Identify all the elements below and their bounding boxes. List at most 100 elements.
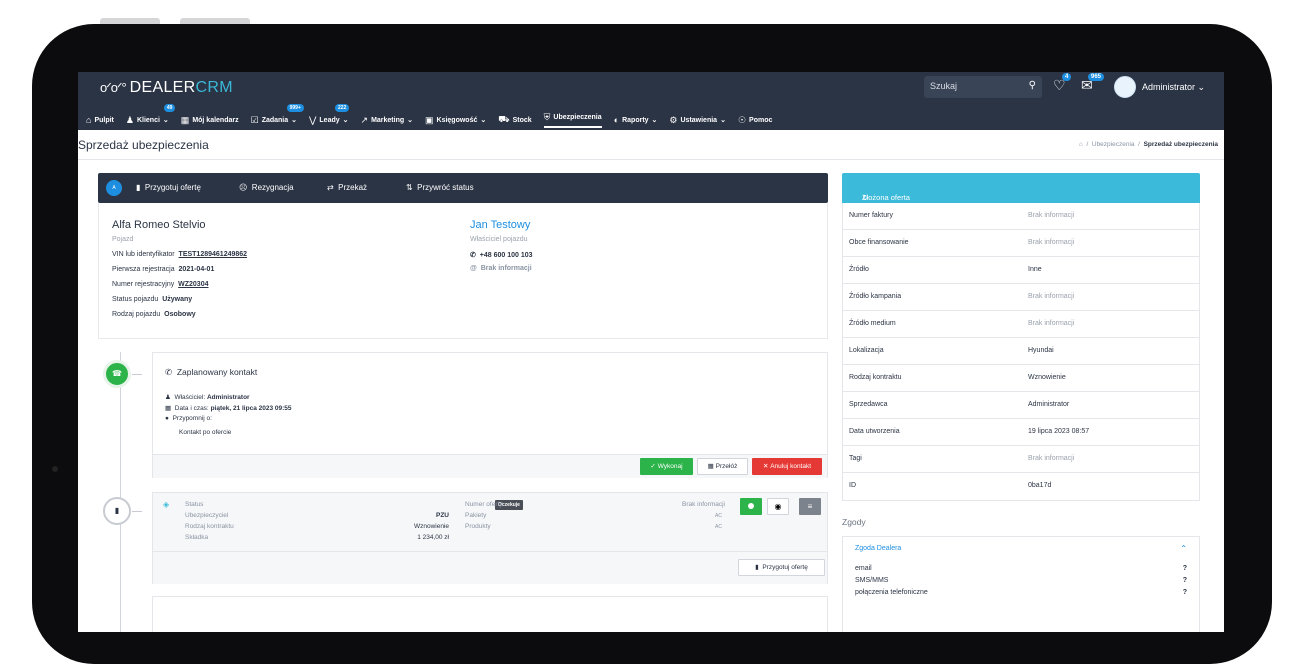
accept-offer-button[interactable] <box>740 498 762 515</box>
wallet-icon: ▣ <box>425 114 434 125</box>
tablet-button <box>100 18 160 24</box>
owner-name[interactable]: Jan Testowy <box>470 219 530 231</box>
exchange-icon: ⇄ <box>327 183 334 192</box>
nav-item-marketing[interactable]: ↗ Marketing ⌄ <box>361 108 413 128</box>
mail-badge: 965 <box>1088 73 1105 81</box>
offer-no-value: Brak informacji <box>682 501 725 508</box>
reg-no-row: Numer rejestracyjny WZ20304 <box>112 281 209 288</box>
chevron-down-icon: ⌄ <box>407 117 413 124</box>
notification-badge: 4 <box>1062 73 1072 81</box>
search-input[interactable]: Szukaj ⚲ <box>924 76 1042 98</box>
home-icon[interactable]: ⌂ <box>1079 141 1083 148</box>
consent-item: połączenia telefoniczne <box>855 589 928 596</box>
nav-item-stock[interactable]: ⛟ Stock <box>498 108 531 128</box>
chevron-down-icon: ⌄ <box>651 117 658 124</box>
chevron-up-icon[interactable]: ⌃ <box>1180 544 1187 553</box>
user-menu[interactable]: Administrator ⌄ <box>1142 82 1205 93</box>
avatar[interactable] <box>1114 76 1136 98</box>
offer-row: Źródło Inne <box>843 257 1199 284</box>
close-icon: ✕ <box>762 463 769 470</box>
nav-badge: 999+ <box>286 104 304 112</box>
reg-no-value[interactable]: WZ20304 <box>178 281 208 288</box>
prepare-offer-footer-button[interactable]: ▮ Przygotuj ofertę <box>738 559 825 576</box>
nav-item-ubezpieczenia[interactable]: ⛨ Ubezpieczenia <box>543 108 602 128</box>
offer-row: Sprzedawca Administrator <box>843 392 1199 419</box>
lifebuoy-icon: ☉ <box>737 114 747 125</box>
offer-row-value: 0ba17d <box>1028 482 1052 489</box>
consent-item: SMS/MMS <box>855 577 889 584</box>
contact-remind-row: ● Przypomnij o: <box>165 415 212 422</box>
nav-badge: 222 <box>335 104 350 112</box>
owner-email: @ Brak informacji <box>470 265 532 272</box>
document-icon: ▮ <box>103 497 131 525</box>
reschedule-button[interactable]: ▦ Przełóż <box>697 458 748 475</box>
breadcrumb-link[interactable]: Ubezpieczenia <box>1092 141 1135 148</box>
transfer-button[interactable]: ⇄ Przekaż <box>327 183 367 192</box>
nav-item-klienci[interactable]: ♟ Klienci 49 ⌄ <box>126 104 176 128</box>
check-icon: ☑ <box>250 114 259 125</box>
contact-title: ✆ Zaplanowany kontakt <box>165 367 258 377</box>
circle-icon <box>748 503 754 509</box>
nav-item-leady[interactable]: ⋁ Leady 222 ⌄ <box>309 104 350 128</box>
document-icon: ▮ <box>136 183 141 192</box>
chart-icon: ↗ <box>360 114 369 125</box>
timeline-card <box>152 596 828 632</box>
offer-row-value: Brak informacji <box>1028 239 1075 246</box>
nav-item-ustawienia[interactable]: ⚙ Ustawienia ⌄ <box>669 108 726 128</box>
offer-details-table: Numer faktury Brak informacji Obce finanso… <box>842 203 1200 501</box>
shield-icon: ⛨ <box>543 111 551 122</box>
cancel-contact-button[interactable]: ✕ Anuluj kontakt <box>752 458 822 475</box>
chevron-down-icon: ⌄ <box>1197 82 1206 92</box>
offer-row-label: Rodzaj kontraktu <box>849 374 902 381</box>
consent-value[interactable]: ? <box>1183 565 1187 572</box>
view-offer-button[interactable]: ◉ <box>767 498 789 515</box>
offer-row-value: Brak informacji <box>1028 455 1075 462</box>
owner-phone[interactable]: ✆ +48 600 100 103 <box>470 251 533 259</box>
contact-owner-row: ♟ Właściciel: Administrator <box>165 394 250 401</box>
vin-value[interactable]: TEST1289461249862 <box>179 251 248 258</box>
page-header: Sprzedaż ubezpieczenia ⌂ / Ubezpieczenia… <box>78 130 1224 160</box>
nav-badge: 49 <box>163 104 176 112</box>
vin-row: VIN lub identyfikator TEST1289461249862 <box>112 251 248 258</box>
do-contact-button[interactable]: ✓ Wykonaj <box>640 458 693 475</box>
restore-status-button[interactable]: ⇅ Przywróć status <box>406 183 474 192</box>
breadcrumb-current: Sprzedaż ubezpieczenia <box>1143 141 1218 148</box>
sad-face-icon: ☹ <box>239 183 248 192</box>
nav-item-pulpit[interactable]: ⌂ Pulpit <box>86 108 114 128</box>
chevron-down-icon: ⌄ <box>720 117 726 124</box>
nav-item-pomoc[interactable]: ☉ Pomoc <box>738 108 772 128</box>
menu-button[interactable]: ≡ <box>799 498 821 515</box>
list-icon: ≡ <box>807 502 813 511</box>
timeline-connector <box>132 374 142 375</box>
consent-value[interactable]: ? <box>1183 577 1187 584</box>
insurance-offer-card: ◈ Status Oczekuje Ubezpieczyciel PZU Rod… <box>152 492 828 584</box>
phone-ring-icon: ✆ <box>165 367 173 377</box>
nav-item-zadania[interactable]: ☑ Zadania 999+ ⌄ <box>250 104 304 128</box>
vehicle-subtitle: Pojazd <box>112 236 134 243</box>
funnel-icon: ⋁ <box>309 114 317 125</box>
insurance-card-footer: ▮ Przygotuj ofertę <box>153 551 827 584</box>
insurer-logo: ◈ <box>163 500 170 509</box>
offer-row-value: Brak informacji <box>1028 293 1075 300</box>
nav-item-ksiegowosc[interactable]: ▣ Księgowość ⌄ <box>425 108 486 128</box>
offer-row-label: Data utworzenia <box>849 428 900 435</box>
consent-value[interactable]: ? <box>1183 589 1187 596</box>
app-screen: oᐟoᐟ° DEALERCRM Szukaj ⚲ ♡ 4 ✉ 965 Admini… <box>78 72 1224 632</box>
nav-item-raporty[interactable]: ◐ Raporty ⌄ <box>614 108 658 128</box>
search-icon[interactable]: ⚲ <box>1029 80 1036 91</box>
consent-item: email <box>855 565 872 572</box>
type-row: Rodzaj pojazdu Osobowy <box>112 311 196 318</box>
offer-row: ID 0ba17d <box>843 473 1199 500</box>
consent-group-title[interactable]: Zgoda Dealera <box>855 545 901 552</box>
nav-item-kalendarz[interactable]: ▦ Mój kalendarz <box>181 108 239 128</box>
insurer-value: PZU <box>436 512 449 519</box>
resignation-button[interactable]: ☹ Rezygnacja <box>239 183 294 192</box>
app-logo[interactable]: oᐟoᐟ° DEALERCRM <box>100 79 233 97</box>
offer-row-label: Obce finansowanie <box>849 239 909 246</box>
offer-row-value: 19 lipca 2023 08:57 <box>1028 428 1090 435</box>
prepare-offer-button[interactable]: ▮ Przygotuj ofertę <box>136 183 201 192</box>
chevron-down-icon: ⌄ <box>480 117 487 124</box>
offer-row: Tagi Brak informacji <box>843 446 1199 473</box>
page-title: Sprzedaż ubezpieczenia <box>78 138 209 152</box>
offer-row-value: Inne <box>1028 266 1042 273</box>
